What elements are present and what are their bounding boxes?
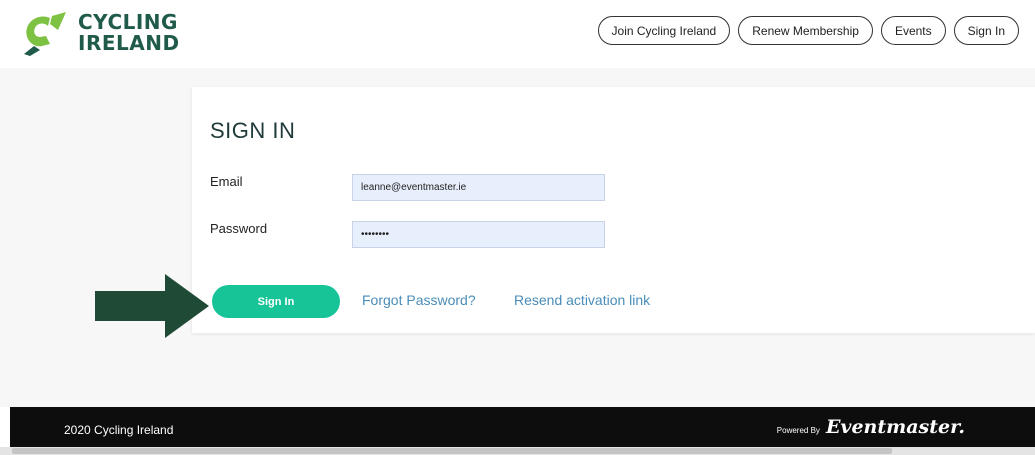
join-cycling-ireland-button[interactable]: Join Cycling Ireland bbox=[597, 16, 731, 45]
forgot-password-link[interactable]: Forgot Password? bbox=[362, 292, 476, 308]
sign-in-submit-button[interactable]: Sign In bbox=[212, 285, 340, 318]
horizontal-scrollbar[interactable] bbox=[0, 447, 1035, 455]
scrollbar-thumb[interactable] bbox=[12, 448, 892, 454]
powered-by-label: Powered By bbox=[776, 426, 820, 435]
renew-membership-button[interactable]: Renew Membership bbox=[738, 16, 873, 45]
site-header: CYCLING IRELAND Join Cycling Ireland Ren… bbox=[0, 0, 1035, 68]
logo-line-2: IRELAND bbox=[78, 31, 180, 55]
powered-by: Powered By Eventmaster. bbox=[777, 416, 965, 438]
password-label: Password bbox=[210, 221, 268, 236]
cycling-ireland-logo[interactable]: CYCLING IRELAND bbox=[20, 10, 190, 58]
footer-copyright: 2020 Cycling Ireland bbox=[64, 423, 174, 437]
main-content: SIGN IN Email Password Sign In Forgot Pa… bbox=[0, 68, 1035, 407]
email-label: Email bbox=[210, 174, 243, 189]
logo-wordmark: CYCLING IRELAND bbox=[78, 12, 180, 54]
arrow-right-icon bbox=[95, 274, 209, 338]
resend-activation-link[interactable]: Resend activation link bbox=[514, 292, 650, 308]
sign-in-card: SIGN IN Email Password Sign In Forgot Pa… bbox=[192, 87, 1035, 333]
email-field[interactable] bbox=[352, 174, 605, 201]
page-title: SIGN IN bbox=[210, 118, 296, 143]
password-field[interactable] bbox=[352, 221, 605, 248]
events-button[interactable]: Events bbox=[880, 16, 946, 45]
eventmaster-logo[interactable]: Eventmaster. bbox=[826, 416, 965, 438]
site-footer: 2020 Cycling Ireland Powered By Eventmas… bbox=[10, 407, 1035, 447]
logo-line-1: CYCLING bbox=[78, 10, 178, 34]
cycling-ireland-logo-icon bbox=[24, 12, 66, 56]
header-nav: Join Cycling Ireland Renew Membership Ev… bbox=[597, 16, 1019, 45]
header-sign-in-button[interactable]: Sign In bbox=[953, 16, 1019, 45]
